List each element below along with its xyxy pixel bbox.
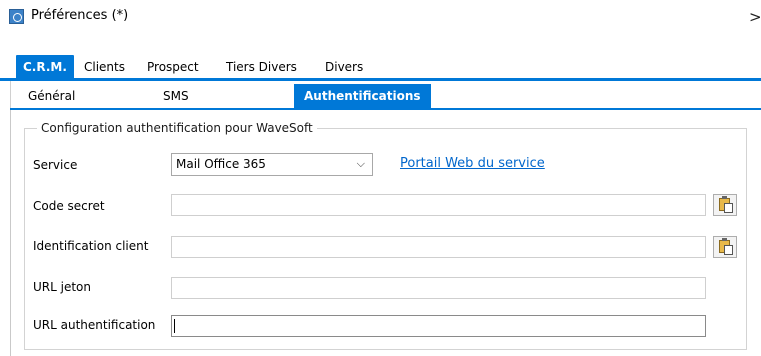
groupbox-title: Configuration authentification pour Wave…: [37, 121, 317, 135]
tab-tiers-divers[interactable]: Tiers Divers: [226, 55, 297, 79]
text-caret: [174, 319, 175, 333]
paste-sheet-icon: [724, 203, 733, 213]
code-secret-field[interactable]: [171, 194, 706, 216]
window-title: Préférences (*): [31, 8, 129, 23]
main-tab-strip: C.R.M. Clients Prospect Tiers Divers Div…: [0, 55, 761, 79]
service-label: Service: [33, 158, 78, 172]
url-jeton-label: URL jeton: [33, 280, 91, 294]
identification-client-field[interactable]: [171, 236, 706, 258]
paste-sheet-icon: [724, 245, 733, 255]
url-authentification-label: URL authentification: [33, 318, 156, 332]
portal-web-link[interactable]: Portail Web du service: [400, 156, 545, 171]
tab-prospect[interactable]: Prospect: [147, 55, 199, 79]
service-selected-value: Mail Office 365: [176, 157, 266, 171]
tab-divers[interactable]: Divers: [325, 55, 363, 79]
service-select[interactable]: Mail Office 365 ⌵: [171, 153, 373, 176]
chevron-down-icon: ⌵: [356, 157, 365, 170]
tab-authentifications[interactable]: Authentifications: [294, 84, 431, 108]
paste-code-secret-button[interactable]: [713, 194, 737, 216]
identification-client-label: Identification client: [33, 239, 149, 253]
code-secret-label: Code secret: [33, 199, 105, 213]
tab-clients[interactable]: Clients: [84, 55, 125, 79]
tab-crm[interactable]: C.R.M.: [16, 55, 74, 79]
paste-identification-button[interactable]: [713, 236, 737, 258]
close-icon[interactable]: >: [749, 8, 761, 26]
tab-sms[interactable]: SMS: [163, 84, 189, 108]
url-jeton-field[interactable]: [171, 277, 706, 299]
tab-general[interactable]: Général: [28, 84, 75, 108]
url-authentification-field[interactable]: [171, 315, 706, 337]
app-icon: [9, 9, 24, 24]
